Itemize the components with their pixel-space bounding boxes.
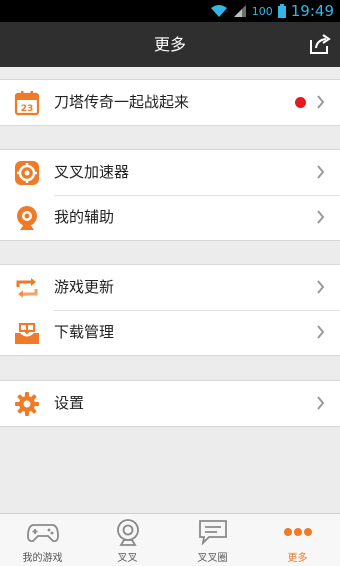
signal-icon	[233, 5, 246, 17]
menu-item-label: 游戏更新	[54, 278, 115, 296]
status-bar: 100 19:49	[0, 0, 340, 22]
chevron-right-icon	[317, 280, 325, 294]
tab-chacha-circle[interactable]: 叉叉圈	[170, 514, 255, 566]
tab-label: 我的游戏	[22, 553, 63, 564]
menu-item-event[interactable]: 23 刀塔传奇一起战起来	[0, 80, 340, 125]
update-arrows-icon	[16, 278, 38, 298]
chevron-right-icon	[317, 95, 325, 109]
tab-my-games[interactable]: 我的游戏	[0, 514, 85, 566]
assistant-webcam-icon	[17, 206, 37, 230]
calendar-icon: 23	[14, 91, 40, 116]
webcam-icon	[116, 519, 139, 546]
status-icons: 100 19:49	[210, 0, 334, 22]
menu-item-label: 我的辅助	[54, 208, 115, 226]
menu-item-label: 刀塔传奇一起战起来	[54, 93, 190, 111]
chevron-right-icon	[317, 325, 325, 339]
red-dot-badge	[295, 97, 306, 108]
tab-label: 更多	[287, 553, 308, 564]
settings-gear-icon	[15, 392, 39, 416]
share-icon[interactable]	[308, 32, 332, 56]
chat-bubble-icon	[198, 520, 227, 546]
tab-chacha[interactable]: 叉叉	[85, 514, 170, 566]
svg-text:23: 23	[21, 104, 34, 114]
menu-item-download-manager[interactable]: 下载管理	[0, 310, 340, 355]
menu-group-tools: 叉叉加速器 我的辅助	[0, 149, 340, 241]
clock: 19:49	[290, 2, 334, 20]
battery-level: 100	[251, 4, 273, 18]
bottom-tab-bar: 我的游戏 叉叉 叉叉圈 更多	[0, 513, 340, 566]
menu-group-settings: 设置	[0, 380, 340, 427]
wifi-icon	[210, 5, 227, 17]
tab-label: 叉叉圈	[197, 553, 228, 564]
title-bar: 更多	[0, 22, 340, 67]
chevron-right-icon	[317, 210, 325, 224]
menu-item-my-assistant[interactable]: 我的辅助	[0, 195, 340, 240]
page-title: 更多	[153, 35, 186, 54]
battery-icon	[277, 4, 286, 18]
chevron-right-icon	[317, 396, 325, 410]
tab-more[interactable]: 更多	[255, 514, 340, 566]
menu-item-label: 叉叉加速器	[54, 163, 130, 181]
gamepad-icon	[26, 524, 59, 543]
accelerator-gear-icon	[15, 161, 39, 185]
menu-group-downloads: 游戏更新 下载管理	[0, 264, 340, 356]
more-dots-icon	[283, 528, 312, 536]
tab-label: 叉叉	[117, 553, 138, 564]
menu-item-accelerator[interactable]: 叉叉加速器	[0, 150, 340, 195]
menu-item-label: 设置	[54, 394, 85, 412]
download-tray-icon	[15, 323, 39, 344]
menu-item-settings[interactable]: 设置	[0, 381, 340, 426]
menu-item-game-update[interactable]: 游戏更新	[0, 265, 340, 310]
menu-group-event: 23 刀塔传奇一起战起来	[0, 79, 340, 126]
menu-item-label: 下载管理	[54, 323, 115, 341]
chevron-right-icon	[317, 165, 325, 179]
